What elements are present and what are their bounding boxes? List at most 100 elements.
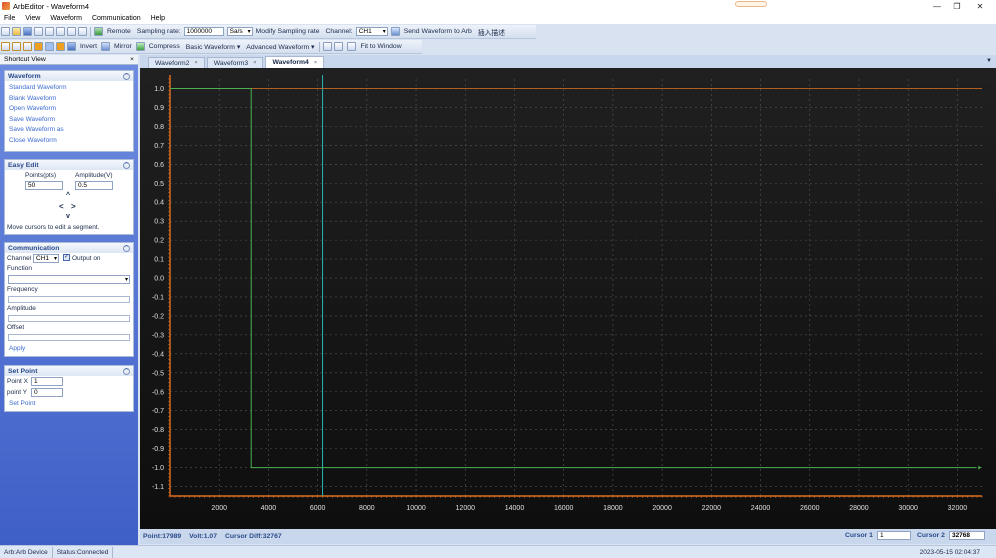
tab-waveform2[interactable]: Waveform2 × xyxy=(148,57,205,68)
send-waveform-button[interactable]: Send Waveform to Arb xyxy=(404,28,472,35)
fit-to-window-button[interactable]: Fit to Window xyxy=(360,43,401,50)
close-icon[interactable]: × xyxy=(130,56,134,63)
y-tick-label: -0.8 xyxy=(152,427,164,434)
amplitude-input[interactable]: 0.5 xyxy=(75,181,113,190)
send-icon xyxy=(390,27,400,36)
cursor2-input[interactable]: 32768 xyxy=(948,531,985,540)
channel-select[interactable]: CH1 xyxy=(355,27,388,36)
pencil-icon[interactable] xyxy=(1,42,10,51)
y-tick-label: -0.2 xyxy=(152,313,164,320)
amplitude-input[interactable] xyxy=(8,315,130,322)
tab-waveform4[interactable]: Waveform4 × xyxy=(265,56,325,68)
zoom-in-icon[interactable] xyxy=(323,42,333,51)
advanced-waveform-menu[interactable]: Advanced Waveform ▾ xyxy=(246,43,314,51)
save-waveform-link[interactable]: Save Waveform xyxy=(5,114,133,125)
sampling-rate-input[interactable]: 1000000 xyxy=(183,27,224,36)
move-down-button[interactable]: v xyxy=(66,213,70,220)
point-y-input[interactable]: 0 xyxy=(31,388,63,397)
menu-help[interactable]: Help xyxy=(151,15,165,22)
tab-label: Waveform2 xyxy=(155,59,190,67)
close-icon[interactable]: × xyxy=(253,60,256,66)
tab-waveform3[interactable]: Waveform3 × xyxy=(206,57,264,68)
collapse-icon[interactable]: ^ xyxy=(123,72,130,80)
x-tick-label: 12000 xyxy=(456,505,476,512)
open-icon[interactable] xyxy=(12,27,21,36)
y-tick-label: 0.7 xyxy=(154,143,164,150)
x-tick-label: 24000 xyxy=(751,505,771,512)
collapse-icon[interactable]: ^ xyxy=(123,367,130,375)
output-on-checkbox[interactable]: ✓ xyxy=(63,254,70,261)
move-left-button[interactable]: < xyxy=(59,202,64,211)
y-tick-label: 1.0 xyxy=(154,86,164,93)
move-up-button[interactable]: ^ xyxy=(66,192,70,199)
waveform-panel: Waveform ^ Standard Waveform Blank Wavef… xyxy=(4,70,134,152)
menu-waveform[interactable]: Waveform xyxy=(50,15,82,22)
waveform-panel-header[interactable]: Waveform ^ xyxy=(5,71,133,81)
menu-file[interactable]: File xyxy=(4,15,15,22)
save-waveform-as-link[interactable]: Save Waveform as xyxy=(5,124,133,135)
new-icon[interactable] xyxy=(1,27,10,36)
easy-edit-header[interactable]: Easy Edit ^ xyxy=(5,160,133,170)
move-right-button[interactable]: > xyxy=(71,202,76,211)
blank-waveform-link[interactable]: Blank Waveform xyxy=(5,93,133,104)
communication-header[interactable]: Communication ^ xyxy=(5,243,133,253)
paste-icon[interactable] xyxy=(56,27,65,36)
x-tick-label: 28000 xyxy=(849,505,869,512)
segment-icon[interactable] xyxy=(23,42,32,51)
restore-icon[interactable]: ❐ xyxy=(945,0,969,12)
box-icon[interactable] xyxy=(56,42,65,51)
remote-button[interactable]: Remote xyxy=(107,28,131,35)
invert-button[interactable]: Invert xyxy=(80,43,97,50)
y-tick-label: 0.8 xyxy=(154,124,164,131)
amplitude-label: Amplitude(V) xyxy=(75,172,113,179)
comm-channel-select[interactable]: CH1 xyxy=(33,254,59,263)
x-tick-label: 32000 xyxy=(948,505,968,512)
cursor-diff-readout: Cursor Diff:32767 xyxy=(224,533,282,540)
easy-edit-hint: Move cursors to edit a segment. xyxy=(7,224,100,231)
cursor2-label: Cursor 2 xyxy=(917,532,945,539)
menu-view[interactable]: View xyxy=(25,15,40,22)
mirror-button[interactable]: Mirror xyxy=(114,43,132,50)
close-icon[interactable]: × xyxy=(314,60,317,66)
zoom-out-icon[interactable] xyxy=(334,42,344,51)
tab-list-icon[interactable]: ▼ xyxy=(986,58,992,64)
open-waveform-link[interactable]: Open Waveform xyxy=(5,103,133,114)
apply-button[interactable]: Apply xyxy=(5,343,29,354)
points-input[interactable]: 50 xyxy=(25,181,63,190)
frequency-input[interactable] xyxy=(8,296,130,303)
y-tick-label: -0.6 xyxy=(152,389,164,396)
grid-icon[interactable] xyxy=(45,42,54,51)
save-icon[interactable] xyxy=(23,27,32,36)
set-point-header[interactable]: Set Point ^ xyxy=(5,366,133,376)
basic-waveform-menu[interactable]: Basic Waveform ▾ xyxy=(186,43,241,51)
insert-description-button[interactable]: 插入描述 xyxy=(478,27,505,37)
communication-title: Communication xyxy=(8,244,60,252)
x-tick-label: 4000 xyxy=(261,505,277,512)
collapse-icon[interactable]: ^ xyxy=(123,161,130,169)
close-icon[interactable]: ✕ xyxy=(968,0,992,12)
cut-icon[interactable] xyxy=(34,27,43,36)
offset-input[interactable] xyxy=(8,334,130,341)
cursor1-input[interactable]: 1 xyxy=(876,531,911,540)
point-x-input[interactable]: 1 xyxy=(31,377,63,386)
modify-sampling-rate-button[interactable]: Modify Sampling rate xyxy=(256,28,320,35)
waveform-chart[interactable]: 1.0 0.9 0.8 0.7 0.6 0.5 0.4 0.3 0.2 0.1 0.0 -0.1 -0.… xyxy=(140,68,996,529)
close-icon[interactable]: × xyxy=(195,60,198,66)
pause-icon[interactable] xyxy=(34,42,43,51)
menu-communication[interactable]: Communication xyxy=(92,15,141,22)
redo-icon[interactable] xyxy=(78,27,87,36)
standard-waveform-link[interactable]: Standard Waveform xyxy=(5,82,133,93)
set-point-button[interactable]: Set Point xyxy=(5,398,39,409)
close-waveform-link[interactable]: Close Waveform xyxy=(5,135,133,146)
line-icon[interactable] xyxy=(12,42,21,51)
copy-icon[interactable] xyxy=(45,27,54,36)
undo-icon[interactable] xyxy=(67,27,76,36)
compress-button[interactable]: Compress xyxy=(149,43,180,50)
waveform-plot[interactable]: 1.0 0.9 0.8 0.7 0.6 0.5 0.4 0.3 0.2 0.1 0.0 -0.1 -0.… xyxy=(140,68,996,529)
sampling-unit-select[interactable]: Sa/s xyxy=(226,27,253,36)
shortcut-header: Shortcut View × xyxy=(0,55,138,65)
x-tick-label: 18000 xyxy=(603,505,623,512)
collapse-icon[interactable]: ^ xyxy=(123,244,130,252)
function-select[interactable] xyxy=(8,275,130,284)
title-bar: ArbEditor - Waveform4 — ❐ ✕ xyxy=(0,0,996,12)
